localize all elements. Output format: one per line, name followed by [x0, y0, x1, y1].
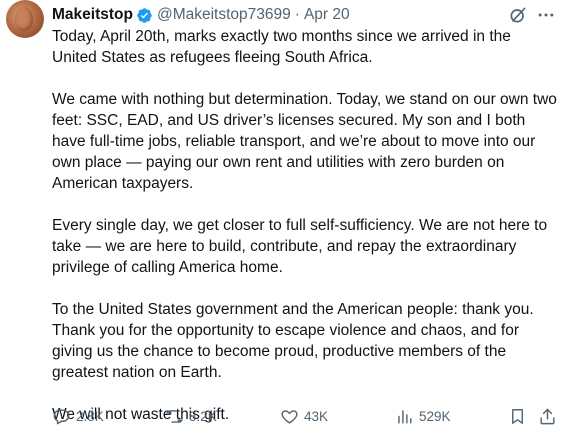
- share-icon: [540, 408, 555, 424]
- reply-button[interactable]: 2.8K: [52, 405, 104, 427]
- tweet-header: Makeitstop @Makeitstop73699 · Apr 20: [52, 4, 350, 26]
- verified-badge-icon: [137, 7, 152, 23]
- tweet: Makeitstop @Makeitstop73699 · Apr 20 Tod…: [0, 0, 568, 440]
- post-date[interactable]: Apr 20: [304, 6, 350, 24]
- reply-count: 2.8K: [76, 408, 104, 424]
- more-dots-icon[interactable]: [536, 5, 556, 25]
- handle[interactable]: @Makeitstop73699: [157, 6, 291, 24]
- separator-dot: ·: [294, 6, 300, 23]
- grok-icon[interactable]: [508, 5, 528, 25]
- share-button[interactable]: [538, 405, 557, 427]
- avatar-face: [15, 7, 33, 31]
- bookmark-icon: [512, 408, 523, 424]
- tweet-body: Today, April 20th, marks exactly two mon…: [52, 26, 558, 425]
- action-bar: 2.8K 8.2K 43K 529K: [52, 405, 558, 427]
- views-button[interactable]: 529K: [395, 405, 451, 427]
- reply-icon: [53, 408, 70, 424]
- repost-button[interactable]: 8.2K: [165, 405, 217, 427]
- avatar[interactable]: [6, 0, 44, 38]
- repost-count: 8.2K: [189, 408, 217, 424]
- heart-icon: [281, 409, 298, 424]
- tweet-paragraph: We came with nothing but determination. …: [52, 91, 557, 192]
- display-name[interactable]: Makeitstop: [52, 6, 133, 24]
- repost-icon: [166, 409, 183, 423]
- views-count: 529K: [419, 408, 451, 424]
- views-chart-icon: [398, 409, 412, 424]
- bookmark-button[interactable]: [508, 405, 527, 427]
- like-count: 43K: [304, 408, 329, 424]
- like-button[interactable]: 43K: [280, 405, 328, 427]
- tweet-paragraph: Every single day, we get closer to full …: [52, 217, 548, 276]
- tweet-paragraph: Today, April 20th, marks exactly two mon…: [52, 28, 511, 66]
- tweet-paragraph: To the United States government and the …: [52, 301, 534, 381]
